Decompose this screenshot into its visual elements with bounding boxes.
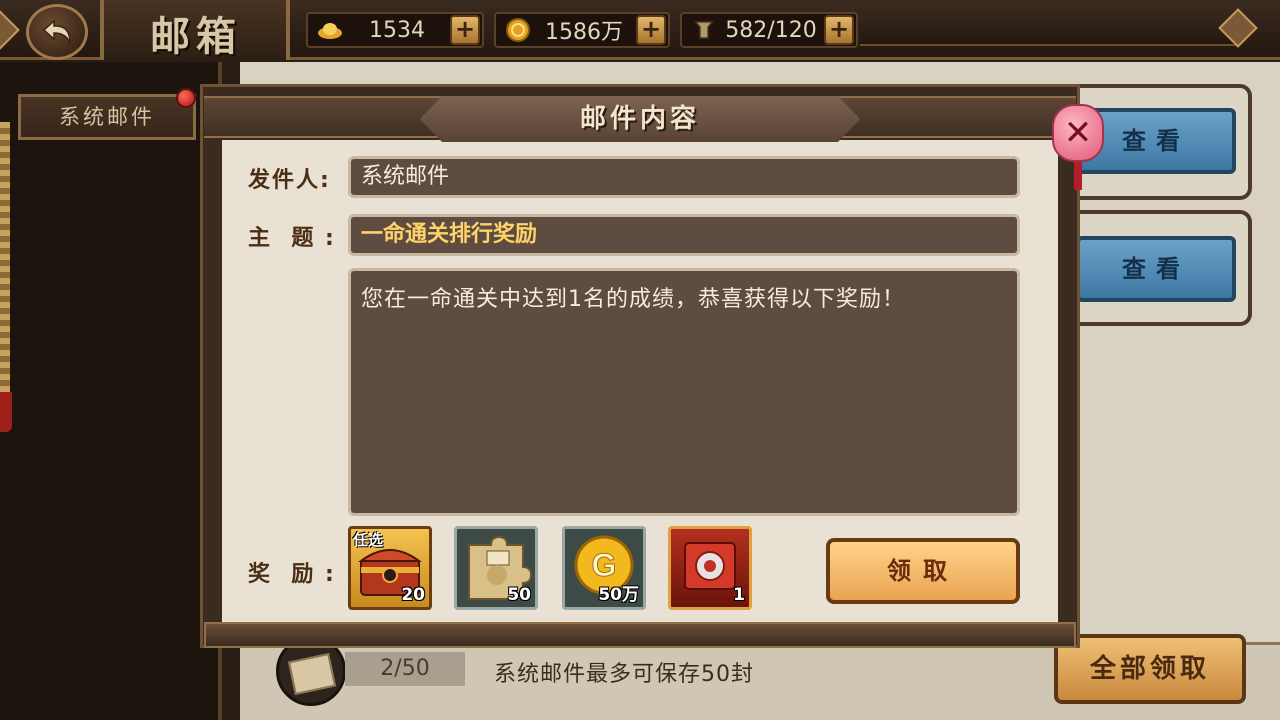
resource-stamina: 582/120 + bbox=[680, 12, 858, 48]
mail-capacity-tip: 系统邮件最多可保存50封 bbox=[494, 662, 754, 687]
stamina-value: 582/120 bbox=[725, 17, 817, 43]
left-panel bbox=[0, 62, 222, 720]
add-coin-button[interactable]: + bbox=[636, 15, 666, 45]
subject-label: 主 题 : bbox=[248, 226, 336, 251]
gold-ingot-icon bbox=[316, 18, 344, 42]
reward-item[interactable]: 任选 20 bbox=[348, 526, 432, 610]
dialog-title: 邮件内容 bbox=[579, 104, 700, 134]
page-title-plate: 邮箱 bbox=[100, 0, 290, 60]
notification-dot-icon bbox=[176, 88, 196, 108]
close-x-icon: ✕ bbox=[1063, 113, 1093, 153]
svg-text:G: G bbox=[592, 547, 617, 583]
resource-coin: 1586万 + bbox=[494, 12, 670, 48]
reward-tag: 任选 bbox=[353, 531, 384, 549]
back-arrow-icon bbox=[42, 19, 71, 44]
subject-field: 一命通关排行奖励 bbox=[348, 214, 1020, 256]
back-button[interactable] bbox=[26, 4, 88, 60]
view-mail-button-2[interactable]: 查看 bbox=[1076, 236, 1236, 302]
sender-label: 发件人: bbox=[248, 168, 331, 193]
page-title: 邮箱 bbox=[150, 13, 242, 60]
reward-item[interactable]: 50 bbox=[454, 526, 538, 610]
reward-item[interactable]: 1 bbox=[668, 526, 752, 610]
lantern-tassel bbox=[1074, 162, 1082, 190]
gold-ingot-value: 1534 bbox=[369, 17, 425, 43]
mail-count: 2/50 bbox=[345, 652, 465, 686]
message-text: 您在一命通关中达到1名的成绩，恭喜获得以下奖励！ bbox=[361, 287, 905, 312]
reward-qty: 50 bbox=[507, 585, 531, 605]
coin-icon bbox=[504, 18, 532, 42]
reward-item[interactable]: G 50万 bbox=[562, 526, 646, 610]
reward-qty: 50万 bbox=[598, 585, 639, 605]
stamina-icon bbox=[690, 18, 718, 42]
close-button[interactable]: ✕ bbox=[1052, 104, 1104, 162]
resource-gold-ingot: 1534 + bbox=[306, 12, 484, 48]
tab-system-mail[interactable]: 系统邮件 bbox=[18, 94, 196, 140]
sender-field: 系统邮件 bbox=[348, 156, 1020, 198]
reward-qty: 1 bbox=[733, 585, 745, 605]
sender-value: 系统邮件 bbox=[361, 164, 450, 189]
top-bar-decoration bbox=[860, 16, 1240, 46]
claim-button[interactable]: 领取 bbox=[826, 538, 1020, 604]
add-stamina-button[interactable]: + bbox=[824, 15, 854, 45]
reward-qty: 20 bbox=[401, 585, 425, 605]
hanging-rope bbox=[0, 122, 10, 422]
hanging-tassel bbox=[0, 392, 12, 432]
add-gold-ingot-button[interactable]: + bbox=[450, 15, 480, 45]
dialog-bottom-rail bbox=[204, 622, 1076, 648]
subject-value: 一命通关排行奖励 bbox=[361, 222, 538, 247]
claim-all-button[interactable]: 全部领取 bbox=[1054, 634, 1246, 704]
coin-value: 1586万 bbox=[545, 20, 623, 45]
message-body: 您在一命通关中达到1名的成绩，恭喜获得以下奖励！ bbox=[348, 268, 1020, 516]
rewards-label: 奖 励 : bbox=[248, 562, 336, 587]
envelope-icon bbox=[287, 653, 337, 695]
